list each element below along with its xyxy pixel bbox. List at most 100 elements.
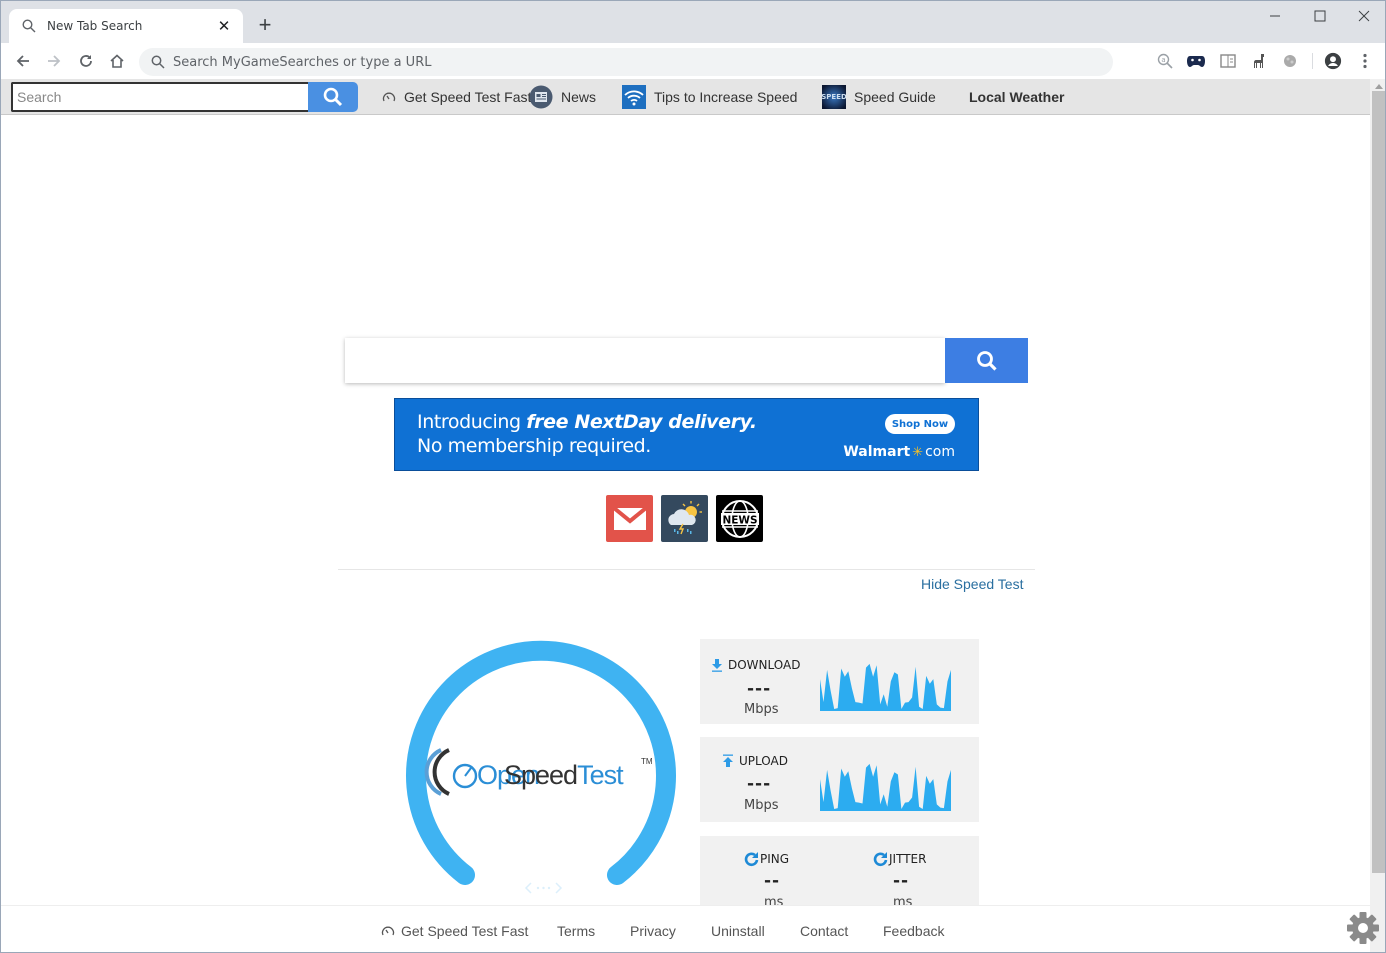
speed-guide-icon: SPEED: [822, 85, 846, 109]
svg-text:SpeedTest: SpeedTest: [504, 760, 624, 790]
extbar-link-tips[interactable]: Tips to Increase Speed: [622, 79, 797, 115]
walmart-spark-icon: ✳: [912, 444, 924, 460]
ping-value: --: [764, 871, 781, 891]
news-globe-icon: NEWS: [720, 499, 759, 538]
ping-label: PING: [744, 851, 789, 867]
news-icon: [529, 85, 553, 109]
refresh-icon: [744, 852, 759, 867]
tab-strip: New Tab Search ✕ +: [1, 1, 1385, 43]
speedometer-icon: [382, 91, 396, 103]
extbar-link-get-speed-test-fast[interactable]: Get Speed Test Fast: [382, 79, 531, 115]
lens-search-icon[interactable]: a: [1156, 52, 1174, 70]
extbar-link-news[interactable]: News: [529, 79, 596, 115]
search-icon: [323, 87, 343, 107]
download-panel: DOWNLOAD --- Mbps: [700, 639, 979, 724]
address-bar[interactable]: Search MyGameSearches or type a URL: [139, 48, 1113, 76]
arrow-right-icon: [48, 55, 61, 67]
weather-tile[interactable]: [661, 495, 708, 542]
browser-window: New Tab Search ✕ + Search MyGameSearches…: [0, 0, 1386, 953]
shop-now-button[interactable]: Shop Now: [885, 414, 955, 434]
minimize-button[interactable]: [1252, 1, 1298, 31]
ping-unit: ms: [764, 895, 784, 905]
jitter-value: --: [893, 871, 910, 891]
maximize-button[interactable]: [1297, 1, 1343, 31]
close-tab-icon[interactable]: ✕: [215, 17, 233, 35]
walmart-logo: Walmart ✳ com: [843, 444, 955, 460]
footer-link-get-speed-test-fast[interactable]: Get Speed Test Fast: [381, 906, 528, 952]
footer-link-privacy[interactable]: Privacy: [630, 906, 676, 952]
svg-text:a: a: [1161, 56, 1165, 64]
search-icon: [976, 350, 997, 371]
profile-icon[interactable]: [1324, 52, 1342, 70]
expand-handle-icon: [524, 882, 563, 894]
footer-link-contact[interactable]: Contact: [800, 906, 848, 952]
scrollbar-thumb[interactable]: [1372, 91, 1385, 873]
logo-text-speed: Speed: [504, 760, 577, 790]
download-unit: Mbps: [744, 702, 779, 717]
speedometer-icon: [381, 926, 395, 935]
extbar-link-label: Get Speed Test Fast: [404, 89, 532, 105]
extbar-link-local-weather[interactable]: Local Weather: [969, 79, 1064, 115]
page-footer: Get Speed Test Fast Terms Privacy Uninst…: [1, 905, 1370, 952]
jitter-label: JITTER: [873, 851, 926, 867]
extbar-search-button[interactable]: [308, 82, 358, 112]
upload-unit: Mbps: [744, 798, 779, 813]
extbar-link-label: Tips to Increase Speed: [654, 89, 798, 105]
download-value: ---: [747, 679, 772, 699]
back-button[interactable]: [13, 51, 33, 71]
logo-tm: TM: [641, 757, 653, 766]
home-icon: [110, 54, 124, 68]
extension-bar: Search Get Speed Test Fast News Tips to …: [1, 79, 1370, 115]
download-sparkline: [820, 663, 951, 711]
footer-link-uninstall[interactable]: Uninstall: [711, 906, 765, 952]
download-label: DOWNLOAD: [711, 658, 800, 672]
extbar-link-speed-guide[interactable]: SPEED Speed Guide: [822, 79, 936, 115]
download-arrow-icon: [712, 659, 722, 672]
llama-icon[interactable]: [1250, 52, 1268, 70]
main-search-input[interactable]: [345, 338, 945, 383]
close-window-button[interactable]: [1341, 1, 1385, 31]
forward-button[interactable]: [44, 51, 64, 71]
wifi-icon: [622, 85, 646, 109]
news-tile[interactable]: NEWS: [716, 495, 763, 542]
ad-subline: No membership required.: [417, 435, 651, 457]
ping-jitter-panel: PING -- ms JITTER -- ms: [700, 836, 979, 905]
svg-text:SPEED: SPEED: [822, 93, 846, 101]
gmail-tile[interactable]: [606, 495, 653, 542]
extbar-link-label: Local Weather: [969, 89, 1065, 105]
mail-icon: [612, 506, 647, 530]
gamepad-icon[interactable]: [1187, 52, 1205, 70]
upload-arrow-icon: [723, 754, 733, 767]
extension-icon[interactable]: [1281, 52, 1299, 70]
extbar-link-label: News: [561, 89, 597, 105]
gear-icon[interactable]: [1345, 910, 1381, 946]
reload-button[interactable]: [76, 51, 96, 71]
hide-speed-test-link[interactable]: Hide Speed Test: [921, 576, 1023, 592]
svg-text:NEWS: NEWS: [722, 514, 757, 526]
speed-gauge: Open SpeedTest TM: [401, 638, 681, 898]
scroll-up-arrow-icon[interactable]: [1370, 81, 1385, 91]
home-button[interactable]: [107, 51, 127, 71]
extbar-search-input[interactable]: Search: [11, 82, 309, 112]
weather-icon: [667, 500, 702, 534]
new-tab-button[interactable]: +: [255, 13, 275, 37]
walmart-ad-banner[interactable]: Introducing free NextDay delivery. No me…: [394, 398, 979, 471]
divider: [338, 569, 1035, 570]
search-icon: [21, 18, 37, 34]
reader-icon[interactable]: [1219, 52, 1237, 70]
toolbar-separator: [1312, 53, 1313, 69]
extbar-link-label: Speed Guide: [854, 89, 936, 105]
jitter-unit: ms: [893, 895, 913, 905]
footer-link-terms[interactable]: Terms: [557, 906, 595, 952]
main-search-button[interactable]: [945, 338, 1028, 383]
address-bar-placeholder: Search MyGameSearches or type a URL: [173, 54, 432, 70]
extbar-search-placeholder: Search: [17, 89, 62, 105]
footer-link-feedback[interactable]: Feedback: [883, 906, 944, 952]
tab-new-tab-search[interactable]: New Tab Search ✕: [9, 9, 243, 43]
browser-toolbar: Search MyGameSearches or type a URL a: [1, 43, 1385, 79]
upload-sparkline: [820, 763, 951, 811]
menu-icon[interactable]: [1356, 52, 1374, 70]
refresh-icon: [873, 852, 888, 867]
upload-label: UPLOAD: [722, 754, 788, 768]
upload-value: ---: [747, 774, 772, 794]
